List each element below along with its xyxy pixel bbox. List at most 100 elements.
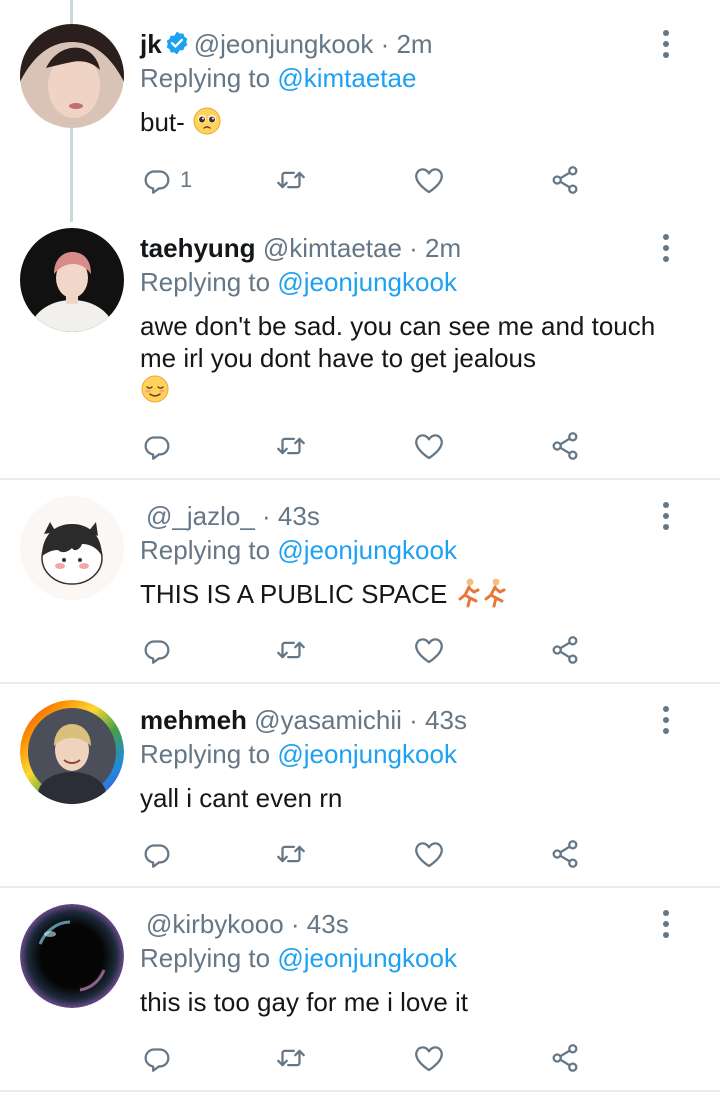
replying-to: Replying to @jeonjungkook	[140, 942, 457, 974]
like-button[interactable]	[412, 834, 446, 874]
retweet-icon	[274, 163, 308, 197]
avatar[interactable]	[20, 24, 124, 128]
user-handle[interactable]: @_jazlo_	[146, 501, 255, 531]
mention-link[interactable]: @kimtaetae	[277, 63, 416, 93]
retweet-icon	[274, 633, 308, 667]
like-button[interactable]	[412, 630, 446, 670]
reply-icon	[140, 429, 174, 463]
tweet[interactable]: @_jazlo_ · 43s Replying to @jeonjungkook…	[0, 480, 720, 682]
like-button[interactable]	[412, 160, 446, 200]
retweet-button[interactable]	[274, 630, 308, 670]
more-options-icon[interactable]	[654, 24, 678, 64]
heart-icon	[412, 429, 446, 463]
user-handle[interactable]: @kimtaetae	[263, 233, 402, 263]
tweet-text-content: THIS IS A PUBLIC SPACE	[140, 579, 448, 609]
share-button[interactable]	[548, 160, 582, 200]
retweet-button[interactable]	[274, 834, 308, 874]
heart-icon	[412, 1041, 446, 1075]
timestamp[interactable]: · 43s	[409, 705, 467, 735]
reply-icon	[140, 1041, 174, 1075]
share-button[interactable]	[548, 1038, 582, 1078]
replying-to: Replying to @jeonjungkook	[140, 266, 457, 298]
heart-icon	[412, 633, 446, 667]
replying-to: Replying to @jeonjungkook	[140, 738, 457, 770]
tweet-text-content: this is too gay for me i love it	[140, 987, 469, 1017]
reply-icon	[140, 633, 174, 667]
tweet[interactable]: jk @jeonjungkook · 2m Replying to @kimtae…	[0, 0, 720, 222]
user-handle[interactable]: @yasamichii	[254, 705, 402, 735]
timestamp[interactable]: · 43s	[262, 501, 320, 531]
share-icon	[548, 633, 582, 667]
reply-button[interactable]	[140, 834, 180, 874]
replying-label: Replying to	[140, 267, 271, 297]
share-icon	[548, 163, 582, 197]
user-handle[interactable]: @jeonjungkook	[194, 29, 374, 59]
replying-to: Replying to @jeonjungkook	[140, 534, 457, 566]
retweet-button[interactable]	[274, 426, 308, 466]
divider	[0, 1090, 720, 1092]
mention-link[interactable]: @jeonjungkook	[277, 739, 457, 769]
timestamp[interactable]: · 43s	[291, 909, 349, 939]
tweet-text: but-	[140, 106, 680, 138]
like-button[interactable]	[412, 426, 446, 466]
avatar[interactable]	[20, 228, 124, 332]
tweet-actions	[140, 834, 600, 874]
share-icon	[548, 429, 582, 463]
retweet-icon	[274, 837, 308, 871]
tweet[interactable]: @kirbykooo · 43s Replying to @jeonjungko…	[0, 888, 720, 1090]
avatar[interactable]	[20, 904, 124, 1008]
like-button[interactable]	[412, 1038, 446, 1078]
tweet[interactable]: mehmeh @yasamichii · 43s Replying to @je…	[0, 684, 720, 886]
tweet-header: jk @jeonjungkook · 2m	[140, 28, 433, 60]
share-button[interactable]	[548, 426, 582, 466]
retweet-button[interactable]	[274, 1038, 308, 1078]
more-options-icon[interactable]	[654, 700, 678, 740]
share-icon	[548, 837, 582, 871]
more-options-icon[interactable]	[654, 904, 678, 944]
replying-label: Replying to	[140, 739, 271, 769]
mention-link[interactable]: @jeonjungkook	[277, 535, 457, 565]
tweet-text: this is too gay for me i love it	[140, 986, 680, 1018]
mention-link[interactable]: @jeonjungkook	[277, 267, 457, 297]
heart-icon	[412, 837, 446, 871]
retweet-button[interactable]	[274, 160, 308, 200]
running-person-icon	[484, 578, 506, 608]
reply-button[interactable]	[140, 630, 180, 670]
reply-button[interactable]: 1	[140, 160, 192, 200]
tweet-text-content: yall i cant even rn	[140, 783, 343, 813]
reply-button[interactable]	[140, 1038, 180, 1078]
user-handle[interactable]: @kirbykooo	[146, 909, 284, 939]
heart-icon	[412, 163, 446, 197]
tweet-actions: 1	[140, 160, 600, 200]
running-person-icon	[458, 578, 480, 608]
avatar[interactable]	[20, 496, 124, 600]
timestamp[interactable]: · 2m	[409, 233, 461, 263]
tweet-text-content: awe don't be sad. you can see me and tou…	[140, 311, 656, 373]
pleading-face-icon	[193, 107, 221, 135]
tweet[interactable]: taehyung @kimtaetae · 2m Replying to @je…	[0, 222, 720, 478]
retweet-icon	[274, 1041, 308, 1075]
display-name[interactable]: jk	[140, 29, 162, 59]
share-button[interactable]	[548, 630, 582, 670]
timestamp[interactable]: · 2m	[381, 29, 433, 59]
reply-button[interactable]	[140, 426, 180, 466]
tweet-text: yall i cant even rn	[140, 782, 680, 814]
replying-to: Replying to @kimtaetae	[140, 62, 416, 94]
avatar[interactable]	[20, 700, 124, 804]
display-name[interactable]: taehyung	[140, 233, 256, 263]
tweet-header: mehmeh @yasamichii · 43s	[140, 704, 467, 736]
tweet-header: taehyung @kimtaetae · 2m	[140, 232, 461, 264]
verified-badge-icon	[166, 31, 187, 55]
relieved-face-icon	[141, 375, 169, 403]
mention-link[interactable]: @jeonjungkook	[277, 943, 457, 973]
retweet-icon	[274, 429, 308, 463]
more-options-icon[interactable]	[654, 496, 678, 536]
more-options-icon[interactable]	[654, 228, 678, 268]
tweet-actions	[140, 630, 600, 670]
tweet-text-content: but-	[140, 107, 185, 137]
replying-label: Replying to	[140, 943, 271, 973]
tweet-actions	[140, 426, 600, 466]
display-name[interactable]: mehmeh	[140, 705, 247, 735]
share-button[interactable]	[548, 834, 582, 874]
replying-label: Replying to	[140, 63, 271, 93]
